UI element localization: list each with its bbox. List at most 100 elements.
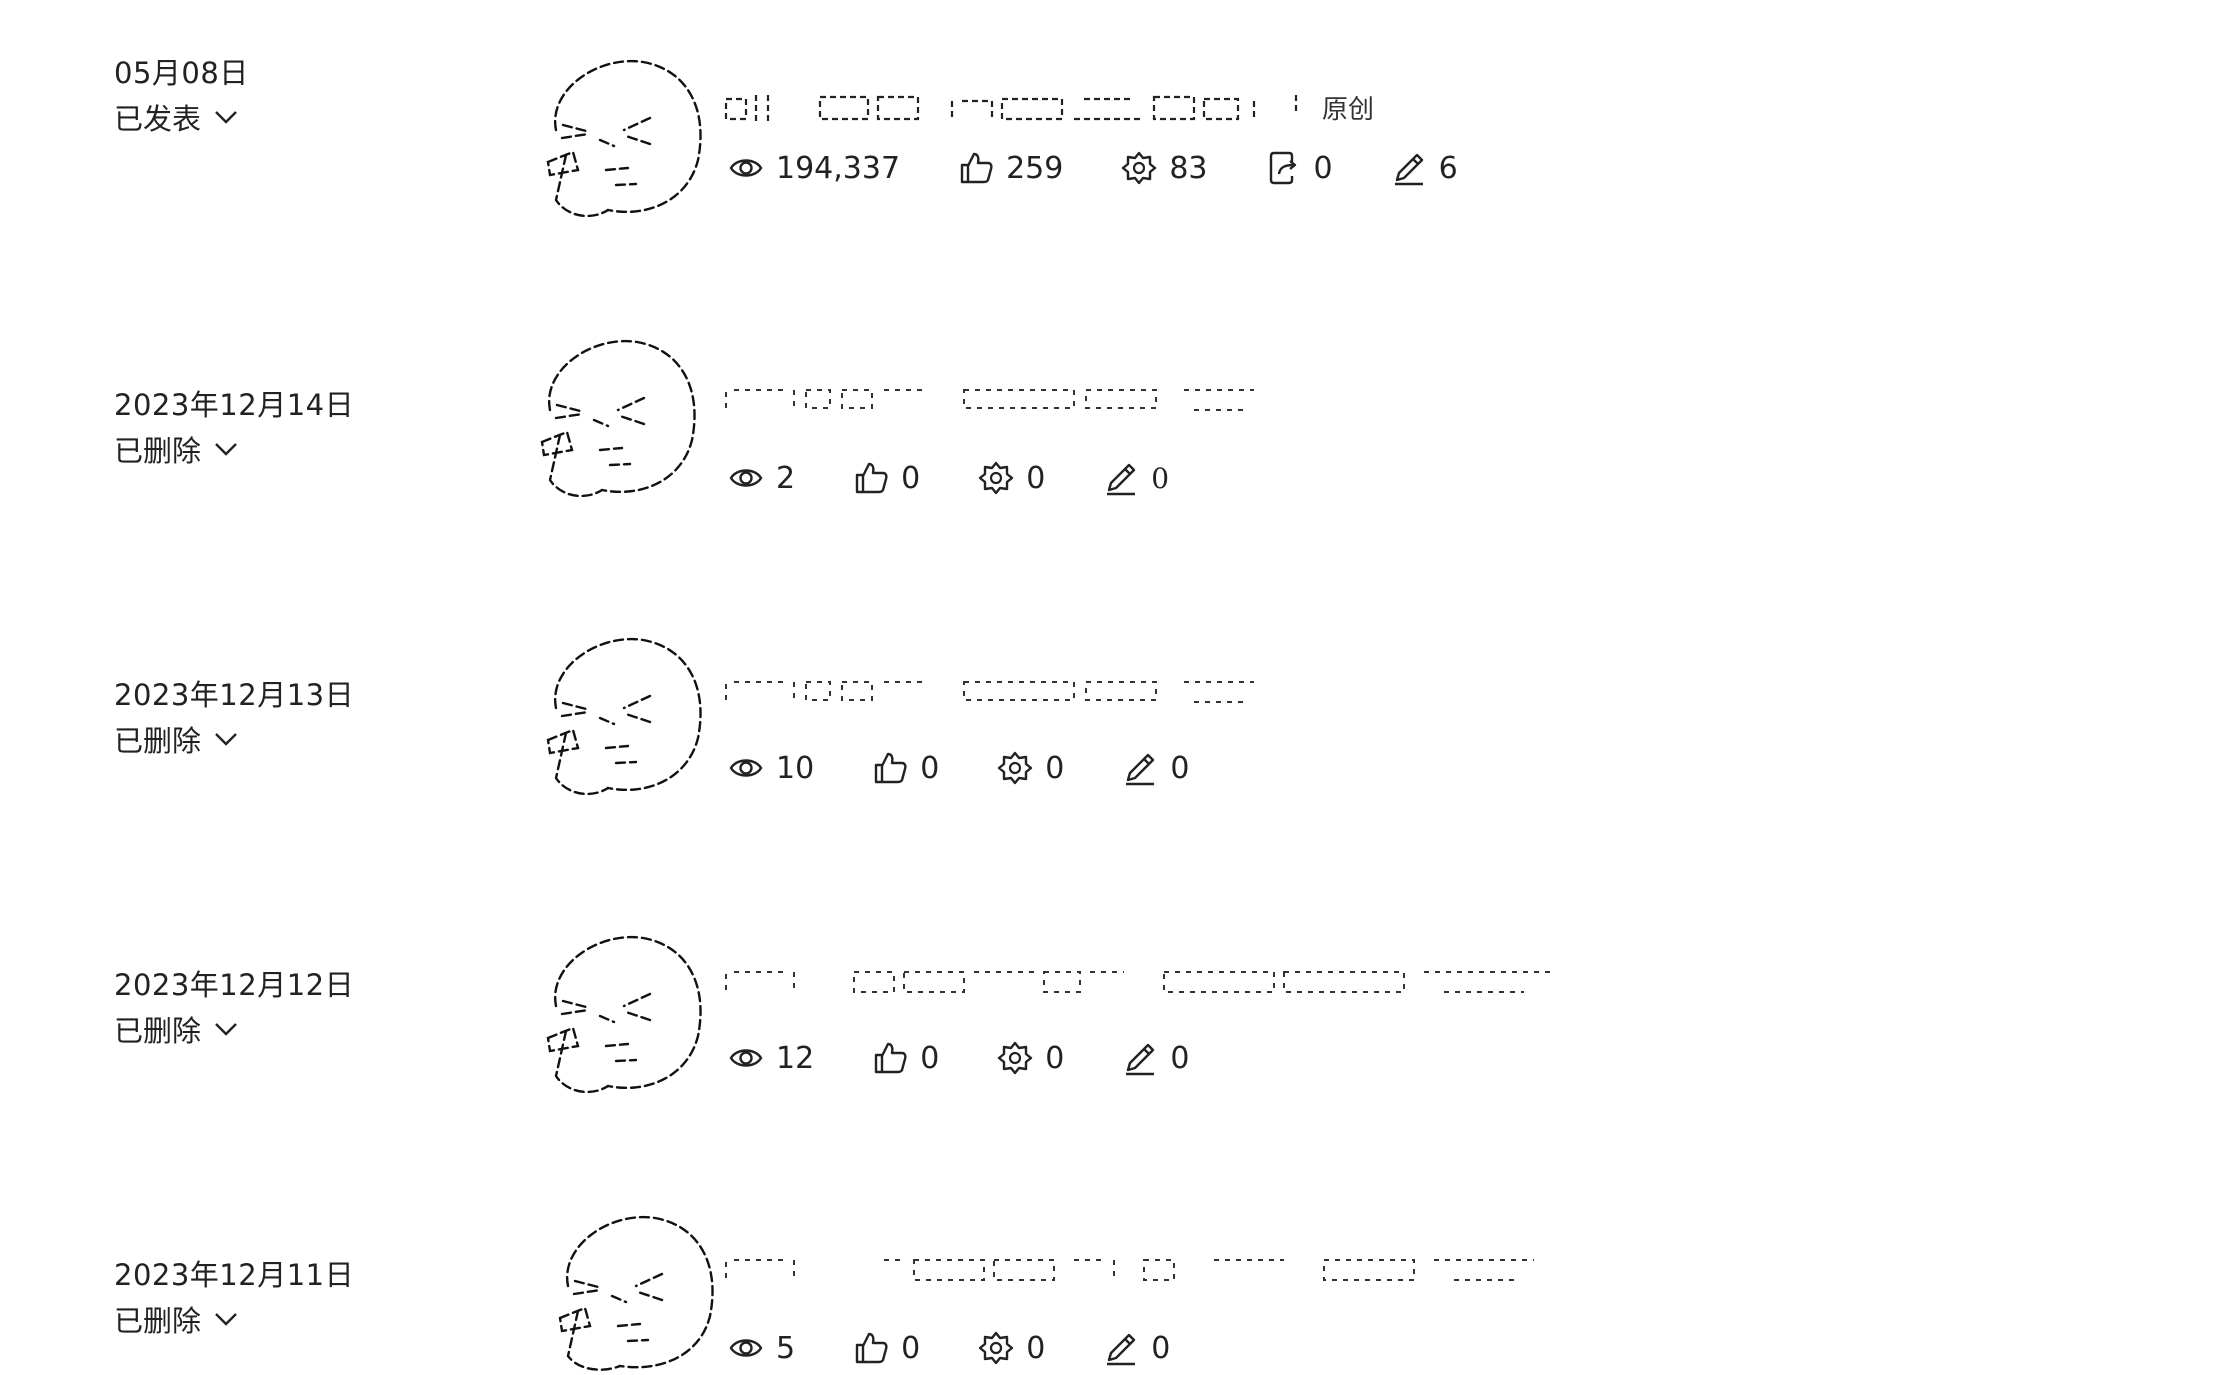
comments-stat: 0 <box>1103 460 1169 496</box>
likes-count: 0 <box>920 1040 940 1076</box>
avatar-thumbnail[interactable] <box>538 628 708 800</box>
status-dropdown[interactable]: 已删除 <box>114 1008 239 1050</box>
thumbs-up-icon <box>855 462 888 494</box>
views-stat: 194,337 <box>728 150 900 186</box>
comments-count: 6 <box>1438 150 1458 186</box>
status-dropdown[interactable]: 已删除 <box>114 428 239 470</box>
views-stat: 12 <box>728 1040 814 1076</box>
avatar-thumbnail[interactable] <box>532 330 702 502</box>
comments-count: 0 <box>1151 461 1169 495</box>
article-date: 2023年12月14日 <box>114 388 355 422</box>
eye-icon <box>729 1339 763 1357</box>
favorites-count: 0 <box>1026 460 1046 496</box>
comments-count: 0 <box>1151 1330 1171 1366</box>
article-title-link[interactable] <box>724 674 1264 708</box>
eye-icon <box>729 759 763 777</box>
thumbs-up-icon <box>960 152 993 184</box>
views-count: 2 <box>776 460 796 496</box>
views-count: 194,337 <box>776 150 901 186</box>
favorites-count: 0 <box>1045 750 1065 786</box>
favorites-count: 0 <box>1045 1040 1065 1076</box>
comments-stat: 6 <box>1391 150 1458 186</box>
status-dropdown[interactable]: 已删除 <box>114 718 239 760</box>
likes-stat: 259 <box>958 150 1063 186</box>
article-row: 2023年12月12日 已删除 12 0 0 0 <box>0 870 2225 1130</box>
shares-stat: 0 <box>1266 150 1333 186</box>
status-dropdown[interactable]: 已删除 <box>114 1298 239 1340</box>
favorites-stat: 0 <box>997 750 1064 786</box>
chevron-down-icon <box>215 111 237 124</box>
favorites-stat: 0 <box>978 460 1045 496</box>
likes-count: 0 <box>901 1330 921 1366</box>
gear-star-icon <box>998 1041 1033 1075</box>
views-count: 12 <box>776 1040 815 1076</box>
likes-stat: 0 <box>853 1330 920 1366</box>
likes-stat: 0 <box>853 460 920 496</box>
favorites-count: 83 <box>1169 150 1208 186</box>
shares-count: 0 <box>1313 150 1333 186</box>
chevron-down-icon <box>215 443 237 456</box>
status-label: 已删除 <box>114 1014 202 1048</box>
share-icon <box>1269 151 1296 185</box>
avatar-thumbnail[interactable] <box>550 1206 720 1374</box>
avatar-thumbnail[interactable] <box>538 926 708 1098</box>
chevron-down-icon <box>215 1023 237 1036</box>
article-title-link[interactable] <box>724 1252 1544 1286</box>
article-date: 05月08日 <box>114 56 249 90</box>
article-list: 05月08日 已发表 原创 194,337 259 83 0 6 2023年12… <box>0 0 2225 1375</box>
status-label: 已删除 <box>114 434 202 468</box>
comments-stat: 0 <box>1103 1330 1170 1366</box>
article-date: 2023年12月11日 <box>114 1258 355 1292</box>
article-row: 2023年12月14日 已删除 2 0 0 0 <box>0 290 2225 550</box>
status-dropdown[interactable]: 已发表 <box>114 96 239 138</box>
chevron-down-icon <box>215 1313 237 1326</box>
article-stats: 12 0 0 0 <box>728 1036 1247 1080</box>
thumbs-up-icon <box>855 1332 888 1364</box>
views-count: 5 <box>776 1330 796 1366</box>
views-stat: 2 <box>728 460 795 496</box>
comments-count: 0 <box>1170 750 1190 786</box>
likes-count: 0 <box>901 460 921 496</box>
thumbs-up-icon <box>874 752 907 784</box>
article-stats: 2 0 0 0 <box>728 456 1226 500</box>
favorites-stat: 83 <box>1121 150 1208 186</box>
views-stat: 10 <box>728 750 814 786</box>
article-title-link[interactable] <box>724 91 1304 125</box>
comments-stat: 0 <box>1122 1040 1189 1076</box>
pen-icon <box>1107 463 1136 496</box>
gear-star-icon <box>998 751 1033 785</box>
likes-count: 0 <box>920 750 940 786</box>
eye-icon <box>729 469 763 487</box>
article-title-link[interactable] <box>724 382 1264 416</box>
thumbs-up-icon <box>874 1042 907 1074</box>
likes-stat: 0 <box>872 750 939 786</box>
article-stats: 10 0 0 0 <box>728 746 1247 790</box>
article-date: 2023年12月12日 <box>114 968 355 1002</box>
status-label: 已删除 <box>114 724 202 758</box>
article-row: 2023年12月13日 已删除 10 0 0 0 <box>0 580 2225 840</box>
chevron-down-icon <box>215 733 237 746</box>
gear-star-icon <box>978 461 1014 495</box>
likes-stat: 0 <box>872 1040 939 1076</box>
eye-icon <box>729 1049 763 1067</box>
comments-count: 0 <box>1170 1040 1190 1076</box>
original-badge: 原创 <box>1322 95 1375 125</box>
gear-star-icon <box>1122 151 1157 185</box>
article-row: 2023年12月11日 已删除 5 0 0 0 <box>0 1160 2225 1375</box>
eye-icon <box>729 159 763 177</box>
favorites-stat: 0 <box>978 1330 1045 1366</box>
article-stats: 194,337 259 83 0 6 <box>728 146 1516 190</box>
likes-count: 259 <box>1006 150 1064 186</box>
status-label: 已发表 <box>114 102 202 136</box>
gear-star-icon <box>978 1331 1014 1365</box>
article-date: 2023年12月13日 <box>114 678 355 712</box>
article-title-link[interactable] <box>724 964 1564 998</box>
avatar-thumbnail[interactable] <box>538 50 708 222</box>
pen-icon <box>1107 1333 1136 1366</box>
article-stats: 5 0 0 0 <box>728 1326 1228 1370</box>
views-count: 10 <box>776 750 815 786</box>
article-row: 05月08日 已发表 原创 194,337 259 83 0 6 <box>0 0 2225 260</box>
pen-icon <box>1126 1043 1155 1076</box>
status-label: 已删除 <box>114 1304 202 1338</box>
views-stat: 5 <box>728 1330 795 1366</box>
